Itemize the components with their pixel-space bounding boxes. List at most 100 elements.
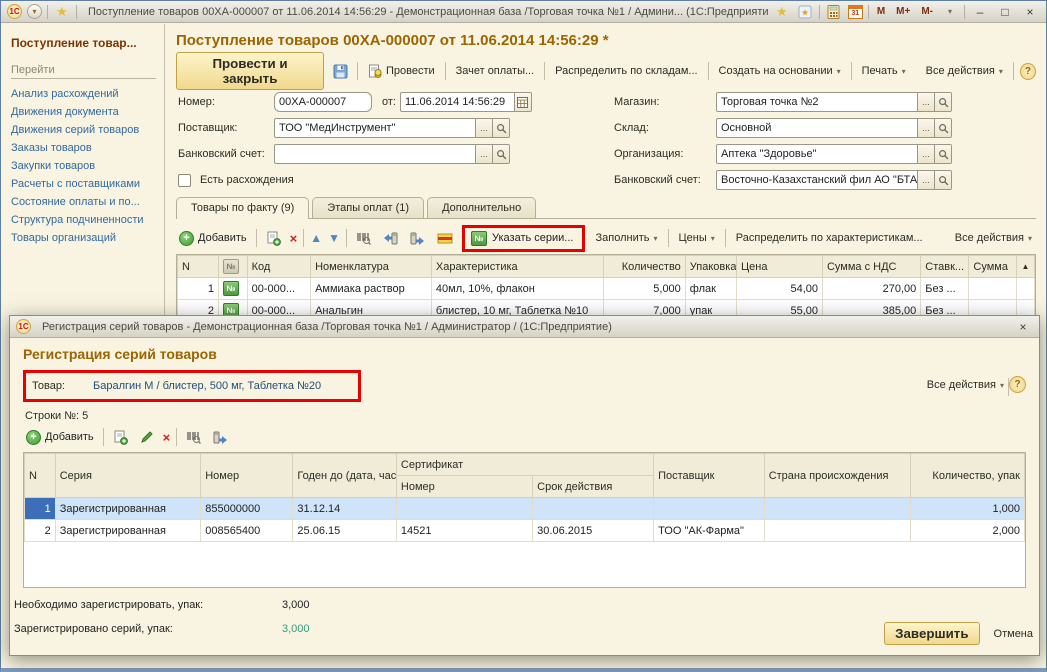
memory-m-minus-button[interactable]: M-	[918, 6, 936, 17]
add-row-button[interactable]: +Добавить	[176, 229, 250, 248]
goods-table-row[interactable]: 1 № 00-000... Аммиака раствор 40мл, 10%,…	[178, 278, 1035, 300]
sidebar-item-purchases[interactable]: Закупки товаров	[11, 157, 156, 175]
delete-series-icon[interactable]: ×	[163, 430, 171, 445]
store-input[interactable]: Торговая точка №2 ...	[716, 92, 952, 112]
copy-series-icon[interactable]	[110, 428, 131, 447]
dialog-help-icon[interactable]: ?	[1009, 376, 1026, 393]
offset-payment-button[interactable]: Зачет оплаты...	[452, 62, 539, 80]
dialog-close-button[interactable]: ×	[1013, 320, 1033, 334]
series-table-row[interactable]: 1 Зарегистрированная 855000000 31.12.14 …	[25, 498, 1025, 520]
maximize-button[interactable]: □	[995, 5, 1015, 19]
bank-account2-input[interactable]: Восточно-Казахстанский фил АО "БТА ...	[716, 170, 952, 190]
tab-goods-by-fact[interactable]: Товары по факту (9)	[176, 197, 309, 219]
bank-account-input[interactable]: ...	[274, 144, 510, 164]
sidebar-item-supplier-settlements[interactable]: Расчеты с поставщиками	[11, 175, 156, 193]
move-up-icon[interactable]: ▲	[310, 231, 322, 245]
sidebar-item-series-movements[interactable]: Движения серий товаров	[11, 121, 156, 139]
col-n[interactable]: N	[25, 454, 56, 498]
col-n[interactable]: N	[178, 256, 219, 278]
col-series-badge[interactable]: №	[218, 256, 247, 278]
choose-button[interactable]: ...	[917, 119, 934, 137]
delete-row-icon[interactable]: ×	[290, 231, 298, 246]
favorites-star-icon[interactable]: ★	[53, 4, 71, 20]
memory-m-plus-button[interactable]: M+	[893, 6, 913, 17]
specify-series-button[interactable]: № Указать серии...	[468, 229, 576, 248]
minimize-button[interactable]: –	[970, 5, 990, 19]
col-qty-pack[interactable]: Количество, упак	[911, 454, 1025, 498]
cancel-button[interactable]: Отмена	[990, 625, 1037, 643]
terminal-download-icon[interactable]	[210, 428, 231, 446]
search-icon[interactable]	[492, 145, 509, 163]
col-cert-validity[interactable]: Срок действия	[533, 476, 654, 498]
col-quantity[interactable]: Количество	[603, 256, 685, 278]
col-series[interactable]: Серия	[55, 454, 200, 498]
col-code[interactable]: Код	[247, 256, 310, 278]
scrollbar[interactable]	[1017, 278, 1035, 300]
help-icon[interactable]: ?	[1020, 63, 1036, 80]
sidebar-item-analysis[interactable]: Анализ расхождений	[11, 85, 156, 103]
post-and-close-button[interactable]: Провести и закрыть	[176, 52, 324, 90]
history-star-icon[interactable]: ★	[796, 4, 814, 20]
date-input[interactable]: 11.06.2014 14:56:29	[400, 92, 532, 112]
col-country[interactable]: Страна происхождения	[764, 454, 911, 498]
all-actions-button[interactable]: Все действия▾	[922, 62, 1007, 80]
distribute-characteristics-button[interactable]: Распределить по характеристикам...	[732, 229, 927, 247]
choose-button[interactable]: ...	[917, 93, 934, 111]
number-input[interactable]: 00ХА-000007	[274, 92, 372, 112]
print-button[interactable]: Печать▾	[858, 62, 910, 80]
col-supplier[interactable]: Поставщик	[654, 454, 765, 498]
calendar-picker-icon[interactable]	[514, 93, 531, 111]
prices-button[interactable]: Цены▾	[675, 229, 719, 247]
close-button[interactable]: ×	[1020, 5, 1040, 19]
sidebar-item-payment-state[interactable]: Состояние оплаты и по...	[11, 193, 156, 211]
choose-button[interactable]: ...	[917, 145, 934, 163]
choose-button[interactable]: ...	[917, 171, 934, 189]
sidebar-item-goods-orders[interactable]: Заказы товаров	[11, 139, 156, 157]
warehouse-input[interactable]: Основной ...	[716, 118, 952, 138]
create-based-on-button[interactable]: Создать на основании▾	[715, 62, 845, 80]
add-favorite-icon[interactable]: ★	[773, 4, 791, 20]
memory-m-button[interactable]: M	[874, 6, 888, 17]
col-package[interactable]: Упаковка, Ед....	[685, 256, 736, 278]
calendar-icon[interactable]: 31	[848, 5, 863, 19]
edit-series-icon[interactable]	[137, 428, 157, 446]
search-icon[interactable]	[934, 171, 951, 189]
search-icon[interactable]	[934, 145, 951, 163]
col-certificate[interactable]: Сертификат	[396, 454, 653, 476]
sidebar-item-doc-movements[interactable]: Движения документа	[11, 103, 156, 121]
col-nomenclature[interactable]: Номенклатура	[311, 256, 432, 278]
toolbar-overflow-icon[interactable]: ▾	[941, 4, 959, 20]
terminal-download-icon[interactable]	[407, 229, 428, 247]
supplier-input[interactable]: ТОО "МедИнструмент" ...	[274, 118, 510, 138]
distribute-warehouses-button[interactable]: Распределить по складам...	[551, 62, 701, 80]
table-all-actions-button[interactable]: Все действия▾	[951, 229, 1036, 247]
search-icon[interactable]	[934, 93, 951, 111]
tab-payment-stages[interactable]: Этапы оплат (1)	[312, 197, 424, 218]
dialog-all-actions-button[interactable]: Все действия▾	[923, 376, 1008, 394]
copy-row-icon[interactable]	[263, 229, 284, 248]
col-expiry[interactable]: Годен до (дата, час)	[293, 454, 396, 498]
col-sum[interactable]: Сумма	[969, 256, 1017, 278]
calculator-icon[interactable]	[825, 4, 843, 20]
choose-button[interactable]: ...	[475, 145, 492, 163]
system-menu-icon[interactable]: ▾	[27, 4, 42, 19]
barcode-scan-icon[interactable]	[183, 428, 204, 446]
col-price[interactable]: Цена	[736, 256, 822, 278]
search-icon[interactable]	[934, 119, 951, 137]
col-number[interactable]: Номер	[201, 454, 293, 498]
col-cert-number[interactable]: Номер	[396, 476, 532, 498]
col-sum-vat[interactable]: Сумма с НДС	[822, 256, 920, 278]
organization-input[interactable]: Аптека "Здоровье" ...	[716, 144, 952, 164]
post-button[interactable]: Провести	[364, 61, 439, 82]
sidebar-item-subordination[interactable]: Структура подчиненности	[11, 211, 156, 229]
col-rate[interactable]: Ставк...	[921, 256, 969, 278]
finish-button[interactable]: Завершить	[884, 622, 979, 645]
barcode-scan-icon[interactable]	[353, 229, 374, 247]
col-characteristic[interactable]: Характеристика	[431, 256, 603, 278]
sidebar-item-org-goods[interactable]: Товары организаций	[11, 229, 156, 247]
discrepancy-checkbox[interactable]	[178, 174, 191, 187]
fill-button[interactable]: Заполнить▾	[591, 229, 661, 247]
search-icon[interactable]	[492, 119, 509, 137]
choose-button[interactable]: ...	[475, 119, 492, 137]
terminal-upload-icon[interactable]	[380, 229, 401, 247]
